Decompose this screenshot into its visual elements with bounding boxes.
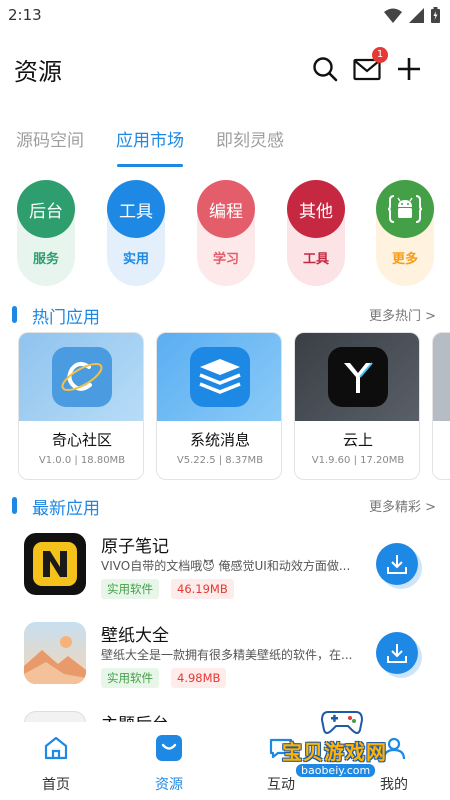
download-icon [387,555,407,574]
app-banner [295,333,419,421]
category-programming[interactable]: 编程 学习 [197,180,255,286]
size-tag: 46.19MB [171,579,234,599]
app-description: VIVO自带的文档哦😈 俺感觉UI和动效方面做... [101,559,351,573]
hot-app-name: 云上 [342,431,373,449]
category-label: 工具 [119,201,153,222]
category-more[interactable]: 更多 [376,180,434,286]
hot-app-card[interactable]: 系统消息 V5.22.5 | 8.37MB [156,332,282,480]
hot-apps-row: 奇心社区 V1.0.0 | 18.80MB 系统消息 V5.22.5 | 8.3… [0,332,450,484]
latest-section-header: 最新应用 更多精彩 > [0,493,450,519]
app-banner [19,333,143,421]
section-accent-bar [12,497,17,514]
hot-section-title: 热门应用 [32,308,100,328]
status-icons [384,7,440,23]
gamepad-icon [320,711,364,734]
plus-icon [398,58,420,80]
wifi-icon [384,8,402,23]
app-header: 资源 1 [0,40,450,96]
category-sublabel: 学习 [212,252,239,267]
download-button[interactable] [376,543,418,585]
category-sublabel: 实用 [122,252,149,267]
nav-home[interactable]: 首页 [11,732,101,793]
category-circle: 工具 [107,180,165,238]
category-tools[interactable]: 工具 实用 [107,180,165,286]
app-banner [433,333,450,421]
atom-notes-app-icon [24,533,86,595]
notification-badge: 1 [372,47,388,63]
download-icon [387,644,407,663]
hot-app-card[interactable]: 奇心社区 V1.0.0 | 18.80MB [18,332,144,480]
status-bar: 2:13 [0,0,450,32]
category-circle: 编程 [197,180,255,238]
messages-button[interactable]: 1 [352,47,388,84]
section-accent-bar [12,306,17,323]
hot-section-header: 热门应用 更多热门 > [0,302,450,328]
nav-resources[interactable]: 资源 [124,732,214,793]
search-button[interactable] [310,54,340,84]
hot-app-meta: V5.22.5 | 8.37MB [176,455,264,466]
category-circle: 其他 [287,180,345,238]
tab-indicator [117,164,183,167]
tab-app-market[interactable]: 应用市场 [116,126,184,151]
hot-app-card[interactable]: 云上 V1.9.60 | 17.20MB [294,332,420,480]
wallpaper-app-icon [24,622,86,684]
hot-app-meta: V1.9.60 | 17.20MB [311,455,405,466]
nav-label: 首页 [42,777,70,793]
category-circle: 后台 [17,180,75,238]
app-banner [157,333,281,421]
category-sublabel: 更多 [391,252,418,267]
latest-section-title: 最新应用 [32,499,100,519]
tab-instant-inspiration[interactable]: 即刻灵感 [216,126,284,151]
shopping-bag-icon [155,734,183,762]
hot-app-meta: V1.0.0 | 18.80MB [38,455,126,466]
app-name: 原子笔记 [101,537,169,557]
add-button[interactable] [394,54,424,84]
yunshang-app-icon [328,347,388,407]
watermark-text: 宝贝游戏网 [282,740,387,764]
android-icon [388,195,422,223]
category-label: 其他 [299,201,333,222]
battery-icon [431,7,440,23]
category-backend[interactable]: 后台 服务 [17,180,75,286]
list-item[interactable]: 原子笔记 VIVO自带的文档哦😈 俺感觉UI和动效方面做... 实用软件 46.… [0,533,450,617]
tab-bar: 源码空间 应用市场 即刻灵感 [0,120,450,170]
category-circle [376,180,434,238]
qixin-app-icon [52,347,112,407]
watermark: 宝贝游戏网 baobeiy.com [272,706,422,782]
watermark-url: baobeiy.com [296,764,376,777]
size-tag: 4.98MB [171,668,227,688]
category-sublabel: 工具 [302,252,329,267]
category-other[interactable]: 其他 工具 [287,180,345,286]
list-item[interactable]: 壁纸大全 壁纸大全是一款拥有很多精美壁纸的软件，在... 实用软件 4.98MB [0,622,450,706]
home-icon [42,734,70,762]
category-label: 编程 [209,201,243,222]
app-name: 壁纸大全 [101,626,169,646]
more-latest-link[interactable]: 更多精彩 > [369,496,436,515]
hot-app-card[interactable] [432,332,450,480]
system-message-app-icon [190,347,250,407]
status-time: 2:13 [8,6,42,24]
app-description: 壁纸大全是一款拥有很多精美壁纸的软件，在... [101,648,353,662]
category-tag: 实用软件 [101,668,159,688]
category-sublabel: 服务 [32,252,59,267]
signal-icon [409,7,424,23]
tab-source-space[interactable]: 源码空间 [16,126,84,151]
download-button[interactable] [376,632,418,674]
more-hot-link[interactable]: 更多热门 > [369,305,436,324]
page-title: 资源 [14,58,62,86]
category-row: 后台 服务 工具 实用 编程 学习 其他 工具 更多 [0,180,450,288]
nav-label: 资源 [155,777,183,793]
category-tag: 实用软件 [101,579,159,599]
hot-app-name: 奇心社区 [51,431,112,449]
search-icon [313,57,338,82]
hot-app-name: 系统消息 [189,431,250,449]
category-label: 后台 [29,201,63,222]
